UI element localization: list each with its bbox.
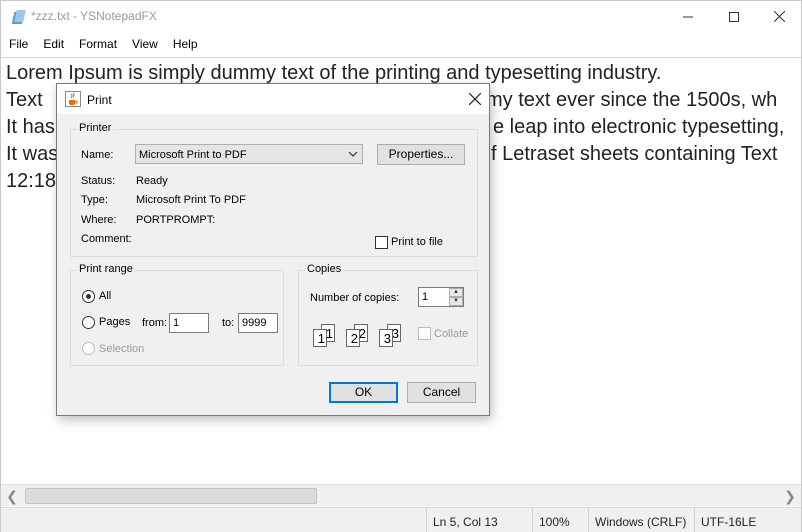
status-encoding: UTF-16LE (694, 508, 800, 532)
printer-group: Printer Name: Microsoft Print to PDF Pro… (70, 122, 478, 257)
java-cup-icon (65, 91, 81, 107)
print-range-label: Print range (77, 263, 135, 275)
ok-button[interactable]: OK (329, 382, 398, 403)
range-pages-label[interactable]: Pages (99, 316, 130, 328)
printer-select[interactable]: Microsoft Print to PDF (135, 144, 363, 164)
status-value: Ready (136, 175, 168, 187)
range-all-radio[interactable] (82, 290, 95, 303)
menu-help[interactable]: Help (165, 34, 205, 56)
notepad-icon (11, 10, 26, 24)
status-label: Status: (81, 175, 116, 187)
menu-bar: File Edit Format View Help (1, 34, 801, 56)
page-1-front-icon: 1 (313, 329, 327, 347)
close-icon (468, 92, 482, 106)
copies-label: Number of copies: (310, 292, 400, 304)
spin-down-icon[interactable]: ▼ (449, 297, 463, 306)
editor-line-3-tail: e leap into electronic typesetting, (493, 116, 785, 138)
scroll-left-icon[interactable]: ❮ (4, 488, 20, 504)
type-label: Type: (81, 194, 108, 206)
chevron-down-icon (348, 151, 358, 157)
editor-line-2: Text (6, 89, 43, 111)
minimize-button[interactable] (665, 1, 711, 32)
page-2-front-icon: 2 (346, 329, 360, 347)
dialog-close-button[interactable] (461, 89, 489, 109)
editor-line-5: 12:18 (6, 170, 57, 192)
from-label: from: (142, 317, 168, 329)
print-to-file-label[interactable]: Print to file (391, 236, 443, 248)
type-value: Microsoft Print To PDF (136, 194, 246, 206)
print-to-file-checkbox[interactable] (375, 236, 388, 249)
status-bar: Ln 5, Col 13 100% Windows (CRLF) UTF-16L… (1, 507, 801, 532)
horizontal-scrollbar[interactable]: ❮ ❯ (1, 484, 801, 506)
scroll-thumb[interactable] (25, 488, 317, 504)
name-label: Name: (81, 149, 114, 161)
editor-line-2-tail: my text ever since the 1500s, wh (486, 89, 778, 111)
close-button[interactable] (756, 1, 802, 32)
where-value: PORTPROMPT: (136, 214, 216, 226)
status-line-ending: Windows (CRLF) (588, 508, 694, 532)
print-dialog: Print Printer Name: Microsoft Print to P… (56, 83, 490, 416)
title-bar[interactable]: *zzz.txt - YSNotepadFX (1, 1, 801, 32)
printer-select-value: Microsoft Print to PDF (139, 149, 247, 161)
copies-group: Copies Number of copies: 1 ▲ ▼ 1 1 2 2 3… (298, 263, 478, 366)
dialog-title-bar[interactable]: Print (57, 84, 489, 114)
range-selection-radio[interactable] (82, 342, 95, 355)
range-selection-label[interactable]: Selection (99, 343, 144, 355)
where-label: Where: (81, 214, 117, 226)
properties-button[interactable]: Properties... (377, 144, 465, 165)
dialog-title: Print (87, 93, 112, 107)
close-icon (773, 11, 785, 22)
status-position: Ln 5, Col 13 (426, 508, 532, 532)
menu-file[interactable]: File (1, 34, 35, 56)
collate-checkbox[interactable] (418, 327, 431, 340)
printer-group-label: Printer (77, 122, 114, 134)
spin-up-icon[interactable]: ▲ (449, 288, 463, 297)
menu-edit[interactable]: Edit (35, 34, 71, 56)
status-zoom: 100% (532, 508, 588, 532)
page-3-front-icon: 3 (379, 329, 393, 347)
scroll-right-icon[interactable]: ❯ (782, 488, 798, 504)
editor-line-3: It has (6, 116, 55, 138)
minimize-icon (683, 16, 693, 17)
collate-label[interactable]: Collate (434, 328, 468, 340)
editor-line-4-tail: f Letraset sheets containing Text (491, 143, 778, 165)
menu-format[interactable]: Format (71, 34, 124, 56)
window-title: *zzz.txt - YSNotepadFX (31, 9, 157, 23)
comment-label: Comment: (81, 233, 132, 245)
to-label: to: (222, 317, 235, 329)
menu-view[interactable]: View (124, 34, 165, 56)
to-input[interactable]: 9999 (238, 313, 278, 333)
maximize-button[interactable] (711, 1, 757, 32)
editor-line-4: It was (6, 143, 59, 165)
range-pages-radio[interactable] (82, 316, 95, 329)
cancel-button[interactable]: Cancel (407, 382, 476, 403)
range-all-label[interactable]: All (99, 290, 111, 302)
from-input[interactable]: 1 (169, 313, 209, 333)
copies-group-label: Copies (305, 263, 344, 275)
copies-value: 1 (422, 291, 429, 303)
print-range-group: Print range All Pages from: 1 to: 9999 S… (70, 263, 284, 366)
maximize-icon (729, 11, 739, 22)
